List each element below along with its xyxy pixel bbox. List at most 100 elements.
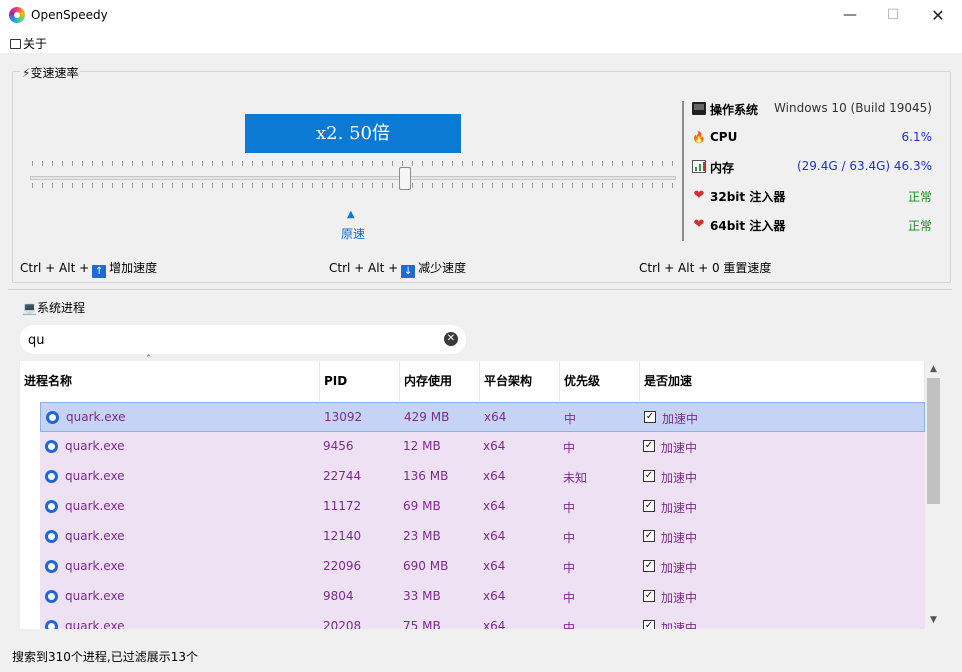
app-logo-icon (9, 7, 25, 23)
table-row[interactable]: quark.exe 13092 429 MB x64 中 ✓ 加速中 (40, 402, 925, 432)
speed-slider-track[interactable] (30, 176, 676, 180)
monitor-icon (692, 102, 706, 115)
close-button[interactable]: ✕ (915, 0, 961, 31)
slider-tick (42, 161, 43, 166)
process-arch: x64 (483, 439, 506, 453)
accelerate-checkbox[interactable]: ✓ (643, 560, 655, 572)
process-priority: 中 (564, 412, 577, 426)
slider-tick (362, 183, 363, 188)
slider-tick (132, 161, 133, 166)
speed-display: x2. 50倍 (245, 114, 461, 153)
process-memory: 33 MB (403, 589, 441, 603)
injector32-status: 正常 (907, 190, 932, 204)
slider-tick (92, 183, 93, 188)
accelerate-checkbox[interactable]: ✓ (643, 440, 655, 452)
process-arch: x64 (483, 499, 506, 513)
column-header[interactable]: 进程名称 (20, 361, 320, 401)
slider-tick (622, 183, 623, 188)
slider-tick (232, 183, 233, 188)
slider-tick (322, 183, 323, 188)
slider-tick (442, 161, 443, 166)
accelerate-label: 加速中 (661, 501, 698, 515)
minimize-button[interactable]: — (827, 0, 873, 31)
accelerate-label: 加速中 (661, 471, 698, 485)
slider-tick (372, 183, 373, 188)
accelerate-checkbox[interactable]: ✓ (643, 620, 655, 629)
hotkey-decrease: Ctrl + Alt + ↓ 减少速度 (329, 259, 466, 278)
slider-tick (642, 161, 643, 166)
slider-tick (532, 183, 533, 188)
table-row[interactable]: quark.exe 12140 23 MB x64 中 ✓ 加速中 (40, 522, 925, 552)
accelerate-checkbox[interactable]: ✓ (643, 590, 655, 602)
process-search-input[interactable] (28, 331, 428, 349)
slider-tick (422, 161, 423, 166)
slider-tick (292, 183, 293, 188)
table-row[interactable]: quark.exe 11172 69 MB x64 中 ✓ 加速中 (40, 492, 925, 522)
slider-tick (432, 161, 433, 166)
slider-tick (132, 183, 133, 188)
slider-tick (472, 161, 473, 166)
accelerate-checkbox[interactable]: ✓ (643, 530, 655, 542)
slider-tick (322, 161, 323, 166)
accelerate-checkbox[interactable]: ✓ (644, 411, 656, 423)
slider-tick (352, 183, 353, 188)
process-arch: x64 (483, 589, 506, 603)
table-row[interactable]: quark.exe 9456 12 MB x64 中 ✓ 加速中 (40, 432, 925, 462)
maximize-button[interactable]: ☐ (870, 0, 916, 31)
slider-tick (282, 161, 283, 166)
slider-tick (552, 161, 553, 166)
slider-tick (482, 183, 483, 188)
slider-tick (462, 161, 463, 166)
process-priority: 中 (563, 621, 576, 629)
slider-tick (262, 183, 263, 188)
table-row[interactable]: quark.exe 9804 33 MB x64 中 ✓ 加速中 (40, 582, 925, 612)
clear-search-icon[interactable]: ✕ (444, 332, 458, 346)
column-header[interactable]: 内存使用 (400, 361, 480, 401)
slider-tick (172, 161, 173, 166)
accelerate-label: 加速中 (661, 561, 698, 575)
menu-item-about[interactable]: 关于 (10, 35, 47, 52)
slider-tick (112, 161, 113, 166)
scroll-up-icon[interactable]: ▲ (925, 361, 942, 378)
table-row[interactable]: quark.exe 22096 690 MB x64 中 ✓ 加速中 (40, 552, 925, 582)
slider-tick (142, 161, 143, 166)
column-header[interactable]: PID (320, 361, 400, 401)
scroll-thumb[interactable] (927, 378, 940, 504)
triangle-up-icon: ▲ (347, 209, 355, 220)
fire-icon: 🔥 (692, 131, 706, 144)
process-priority: 中 (563, 561, 576, 575)
slider-tick (662, 161, 663, 166)
process-icon (45, 500, 58, 513)
original-speed-label[interactable]: 原速 (341, 225, 365, 242)
column-header[interactable]: 是否加速 (640, 361, 925, 401)
slider-tick (272, 183, 273, 188)
column-header[interactable]: 优先级 (560, 361, 640, 401)
accelerate-checkbox[interactable]: ✓ (643, 500, 655, 512)
column-header[interactable]: 平台架构 (480, 361, 560, 401)
slider-tick (642, 183, 643, 188)
process-priority: 中 (563, 501, 576, 515)
os-label: 操作系统 (710, 103, 759, 117)
slider-tick (652, 161, 653, 166)
slider-tick (222, 161, 223, 166)
table-scrollbar[interactable]: ▲ ▼ (925, 361, 942, 629)
accelerate-label: 加速中 (661, 531, 698, 545)
speed-slider-thumb[interactable] (399, 167, 411, 190)
section-divider (8, 289, 952, 290)
scroll-down-icon[interactable]: ▼ (925, 612, 942, 629)
slider-tick (72, 183, 73, 188)
slider-tick (252, 161, 253, 166)
hotkey-decrease-prefix: Ctrl + Alt + (329, 261, 399, 275)
slider-tick (392, 183, 393, 188)
process-arch: x64 (483, 619, 506, 629)
table-row[interactable]: quark.exe 20208 75 MB x64 中 ✓ 加速中 (40, 612, 925, 629)
slider-tick (172, 183, 173, 188)
slider-tick (632, 161, 633, 166)
injector64-row: ❤ 64bit 注入器 正常 (690, 215, 935, 235)
accelerate-checkbox[interactable]: ✓ (643, 470, 655, 482)
slider-tick (192, 183, 193, 188)
slider-tick (122, 183, 123, 188)
slider-tick (192, 161, 193, 166)
table-row[interactable]: quark.exe 22744 136 MB x64 未知 ✓ 加速中 (40, 462, 925, 492)
slider-tick (572, 161, 573, 166)
